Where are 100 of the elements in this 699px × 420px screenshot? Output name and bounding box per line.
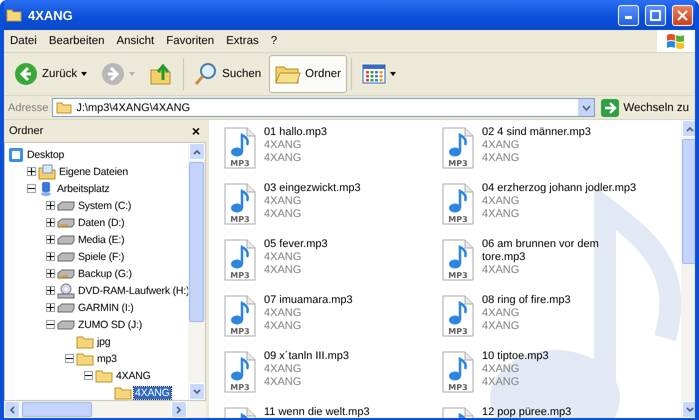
- horizontal-scrollbar[interactable]: [4, 401, 206, 418]
- expand-toggle[interactable]: [46, 286, 55, 295]
- tree-item[interactable]: Daten (D:): [77, 216, 126, 228]
- collapse-toggle[interactable]: [27, 184, 36, 193]
- file-detail: 4XANG: [264, 251, 302, 264]
- file-detail: 4XANG: [264, 307, 302, 320]
- file-name[interactable]: 04 erzherzog johann jodler.mp3: [482, 182, 636, 195]
- plus-icon: [47, 236, 54, 243]
- file-detail: 4XANG: [482, 307, 520, 320]
- minimize-button[interactable]: [618, 4, 639, 26]
- file-detail: 4XANG: [264, 139, 302, 152]
- close-icon: [677, 10, 688, 20]
- minus-icon: [85, 372, 92, 379]
- file-name[interactable]: 07 imuamara.mp3: [264, 294, 353, 307]
- file-detail: 4XANG: [482, 264, 520, 277]
- maximize-button[interactable]: [645, 4, 666, 26]
- menu-item[interactable]: ?: [264, 35, 284, 47]
- file-name[interactable]: 11 wenn die welt.mp3: [264, 406, 370, 418]
- caret-icon: [81, 72, 88, 76]
- views-grid-icon: [362, 64, 386, 84]
- address-field[interactable]: J:\mp3\4XANG\4XANG: [52, 98, 596, 117]
- minus-icon: [47, 321, 54, 328]
- collapse-toggle[interactable]: [46, 320, 55, 329]
- tree-item[interactable]: Spiele (F:): [77, 250, 126, 262]
- expand-toggle[interactable]: [27, 167, 36, 176]
- close-button[interactable]: [672, 4, 693, 26]
- file-detail: 4XANG: [482, 139, 520, 152]
- dropdown-button[interactable]: [578, 99, 594, 116]
- go-button[interactable]: Wechseln zu: [599, 98, 691, 116]
- music-file-icon: MP3: [223, 350, 257, 394]
- collapse-toggle[interactable]: [84, 371, 93, 380]
- file-name[interactable]: 05 fever.mp3: [264, 238, 328, 251]
- expand-toggle[interactable]: [46, 201, 55, 210]
- go-arrow-icon: [601, 98, 620, 116]
- file-detail: 4XANG: [264, 363, 302, 376]
- file-name[interactable]: 10 tiptoe.mp3: [482, 350, 549, 363]
- tree-item[interactable]: GARMIN (I:): [77, 302, 135, 314]
- file-name[interactable]: 08 ring of fire.mp3: [482, 294, 571, 307]
- file-detail: 4XANG: [264, 264, 302, 277]
- expand-toggle[interactable]: [46, 218, 55, 227]
- file-detail: 4XANG: [482, 376, 520, 389]
- file-name[interactable]: 01 hallo.mp3: [264, 126, 327, 139]
- file-name[interactable]: 09 x´tanln III.mp3: [264, 350, 349, 363]
- tree-item[interactable]: Media (E:): [77, 234, 126, 246]
- minus-icon: [28, 185, 35, 192]
- drive-icon: [57, 234, 75, 244]
- caret-icon: [390, 72, 396, 76]
- scrollbar[interactable]: [188, 143, 205, 400]
- tree-item[interactable]: jpg: [96, 336, 112, 348]
- menu-item[interactable]: Ansicht: [110, 35, 160, 47]
- expand-toggle[interactable]: [46, 235, 55, 244]
- minus-icon: [66, 355, 73, 362]
- folder-icon: [95, 368, 113, 383]
- folder-icon: [56, 101, 72, 114]
- music-file-icon: MP3: [441, 294, 475, 338]
- file-detail: 4XANG: [482, 152, 520, 165]
- search-button[interactable]: Suchen: [188, 55, 268, 93]
- file-name[interactable]: 12 pop püree.mp3: [482, 406, 572, 418]
- tree-item[interactable]: 4XANG: [115, 370, 152, 382]
- folders-button[interactable]: Ordner: [269, 55, 347, 93]
- file-name[interactable]: 02 4 sind männer.mp3: [482, 126, 591, 139]
- file-detail: 4XANG: [482, 320, 520, 333]
- drive-icon: [57, 200, 75, 210]
- plus-icon: [47, 304, 54, 311]
- menu-item[interactable]: Favoriten: [160, 35, 220, 47]
- tree-item[interactable]: Arbeitsplatz: [56, 182, 110, 194]
- tree-item[interactable]: Backup (G:): [77, 268, 133, 280]
- close-button[interactable]: ×: [192, 124, 200, 138]
- scrollbar[interactable]: [681, 120, 695, 418]
- tree-item[interactable]: Desktop: [26, 148, 66, 160]
- tree-item[interactable]: 4XANG: [134, 386, 171, 398]
- computer-icon: [38, 180, 54, 196]
- desktop-icon: [8, 146, 24, 162]
- file-name[interactable]: 03 eingezwickt.mp3: [264, 182, 361, 195]
- music-file-icon: MP3: [441, 238, 475, 282]
- music-file-icon: MP3: [441, 350, 475, 394]
- pane-title: Ordner: [9, 125, 44, 137]
- plus-icon: [28, 168, 35, 175]
- file-name[interactable]: 06 am brunnen vor dem tore.mp3: [482, 238, 640, 264]
- back-button[interactable]: Zurück: [8, 55, 94, 93]
- expand-toggle[interactable]: [46, 303, 55, 312]
- file-detail: 4XANG: [264, 320, 302, 333]
- file-detail: 4XANG: [482, 363, 520, 376]
- tree-item[interactable]: ZUMO SD (J:): [77, 318, 144, 330]
- tree-item[interactable]: Eigene Dateien: [58, 166, 130, 178]
- collapse-toggle[interactable]: [65, 354, 74, 363]
- expand-toggle[interactable]: [46, 269, 55, 278]
- tree-item[interactable]: System (C:): [77, 200, 132, 212]
- file-detail: 4XANG: [482, 195, 520, 208]
- file-detail: 4XANG: [264, 376, 302, 389]
- search-icon: [194, 62, 218, 86]
- plus-icon: [47, 270, 54, 277]
- music-file-icon: MP3: [223, 238, 257, 282]
- menu-item[interactable]: Datei: [4, 35, 43, 47]
- menu-item[interactable]: Extras: [220, 35, 265, 47]
- menu-item[interactable]: Bearbeiten: [42, 35, 110, 47]
- tree-item[interactable]: mp3: [96, 352, 118, 364]
- music-file-icon: MP3: [441, 126, 475, 170]
- expand-toggle[interactable]: [46, 252, 55, 261]
- file-detail: 4XANG: [264, 208, 302, 221]
